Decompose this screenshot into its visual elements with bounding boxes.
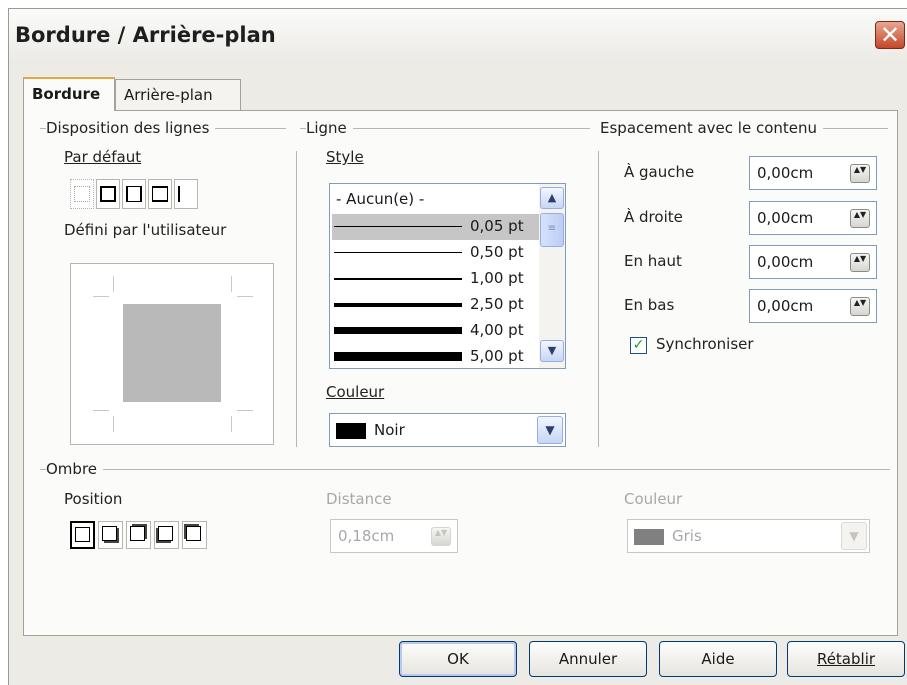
- shadow-top-right-option[interactable]: [126, 521, 151, 549]
- shadow-position-label: Position: [64, 490, 123, 508]
- line-color-label: Couleur: [326, 383, 385, 401]
- preset-none[interactable]: [70, 179, 94, 209]
- preset-top-bottom[interactable]: [148, 179, 172, 209]
- top-spacing-field[interactable]: 0,00cm ▲▼: [749, 245, 877, 279]
- preview-tick: [113, 276, 114, 292]
- preset-box[interactable]: [96, 179, 120, 209]
- spin-icon[interactable]: ▲▼: [850, 209, 870, 228]
- line-style-scrollbar[interactable]: ▲ ≡ ▼: [539, 184, 565, 368]
- chevron-down-icon[interactable]: ▼: [537, 416, 563, 444]
- preview-tick: [93, 296, 109, 297]
- preview-tick: [113, 416, 114, 432]
- group-title-spacing: Espacement avec le contenu: [600, 119, 824, 137]
- tab-bordure[interactable]: Bordure: [23, 77, 115, 111]
- shadow-distance-label: Distance: [326, 490, 392, 508]
- scroll-up-icon[interactable]: ▲: [540, 187, 564, 209]
- line-style-item[interactable]: 0,05 pt: [332, 214, 542, 240]
- title-bar[interactable]: Bordure / Arrière-plan ✕: [9, 9, 907, 63]
- line-style-item[interactable]: 4,00 pt: [332, 318, 542, 344]
- default-presets: [70, 179, 198, 209]
- color-swatch: [634, 529, 664, 545]
- shadow-color-select[interactable]: Gris ▼: [627, 519, 870, 553]
- top-spacing-label: En haut: [624, 252, 682, 270]
- tab-arriere-plan[interactable]: Arrière-plan: [115, 79, 241, 110]
- shadow-none-option[interactable]: [70, 521, 95, 549]
- shadow-bottom-right-option[interactable]: [98, 521, 123, 549]
- preset-box-inner[interactable]: [122, 179, 146, 209]
- line-style-list[interactable]: - Aucun(e) - 0,05 pt 0,50 pt 1,00 pt 2,5…: [329, 183, 566, 369]
- group-title-line: Ligne: [306, 119, 353, 137]
- scroll-down-icon[interactable]: ▼: [540, 340, 564, 362]
- bottom-spacing-label: En bas: [624, 296, 675, 314]
- border-preview[interactable]: [70, 263, 274, 445]
- bottom-spacing-field[interactable]: 0,00cm ▲▼: [749, 289, 877, 323]
- shadow-distance-field[interactable]: 0,18cm ▲▼: [330, 519, 458, 553]
- left-spacing-label: À gauche: [624, 163, 695, 181]
- color-swatch: [336, 423, 366, 439]
- right-spacing-field[interactable]: 0,00cm ▲▼: [749, 201, 877, 235]
- shadow-top-left-option[interactable]: [182, 521, 207, 549]
- group-shadow: [40, 469, 890, 470]
- preview-tick: [93, 410, 109, 411]
- close-icon[interactable]: ✕: [875, 21, 905, 49]
- shadow-color-label: Couleur: [624, 490, 683, 508]
- line-style-item[interactable]: - Aucun(e) -: [332, 187, 542, 213]
- line-style-item[interactable]: 5,00 pt: [332, 344, 542, 368]
- preview-tick: [231, 276, 232, 292]
- default-label: Par défaut: [64, 148, 142, 166]
- line-style-item[interactable]: 0,50 pt: [332, 240, 542, 266]
- separator: [598, 151, 599, 447]
- window-title: Bordure / Arrière-plan: [15, 23, 276, 47]
- preview-tick: [237, 296, 253, 297]
- spin-icon[interactable]: ▲▼: [850, 164, 870, 183]
- user-defined-label: Défini par l'utilisateur: [64, 221, 227, 239]
- group-title-line-arrangement: Disposition des lignes: [46, 119, 216, 137]
- synchronize-label: Synchroniser: [656, 335, 754, 353]
- scroll-thumb[interactable]: ≡: [540, 213, 564, 247]
- group-title-shadow: Ombre: [46, 460, 104, 478]
- shadow-bottom-left-option[interactable]: [154, 521, 179, 549]
- tab-panel-bordure: Disposition des lignes Par défaut Défini…: [23, 110, 898, 636]
- right-spacing-label: À droite: [624, 208, 683, 226]
- border-background-dialog: Bordure / Arrière-plan ✕ Bordure Arrière…: [8, 8, 907, 685]
- line-style-item[interactable]: 2,50 pt: [332, 292, 542, 318]
- cancel-button[interactable]: Annuler: [529, 641, 647, 677]
- spin-icon[interactable]: ▲▼: [850, 297, 870, 316]
- style-label: Style: [326, 148, 364, 166]
- shadow-position-options: [70, 521, 207, 549]
- synchronize-checkbox[interactable]: ✓: [630, 337, 647, 354]
- reset-button[interactable]: Rétablir: [787, 641, 905, 677]
- preset-left[interactable]: [174, 179, 198, 209]
- preview-tick: [237, 410, 253, 411]
- separator: [296, 151, 297, 447]
- left-spacing-field[interactable]: 0,00cm ▲▼: [749, 156, 877, 190]
- ok-button[interactable]: OK: [399, 641, 517, 677]
- line-color-select[interactable]: Noir ▼: [329, 413, 566, 447]
- line-style-item[interactable]: 1,00 pt: [332, 266, 542, 292]
- line-color-value: Noir: [374, 421, 405, 439]
- spin-icon[interactable]: ▲▼: [431, 527, 451, 546]
- preview-tick: [231, 416, 232, 432]
- shadow-color-value: Gris: [672, 527, 702, 545]
- chevron-down-icon[interactable]: ▼: [841, 522, 867, 550]
- spin-icon[interactable]: ▲▼: [850, 253, 870, 272]
- preview-square: [123, 304, 221, 402]
- help-button[interactable]: Aide: [659, 641, 777, 677]
